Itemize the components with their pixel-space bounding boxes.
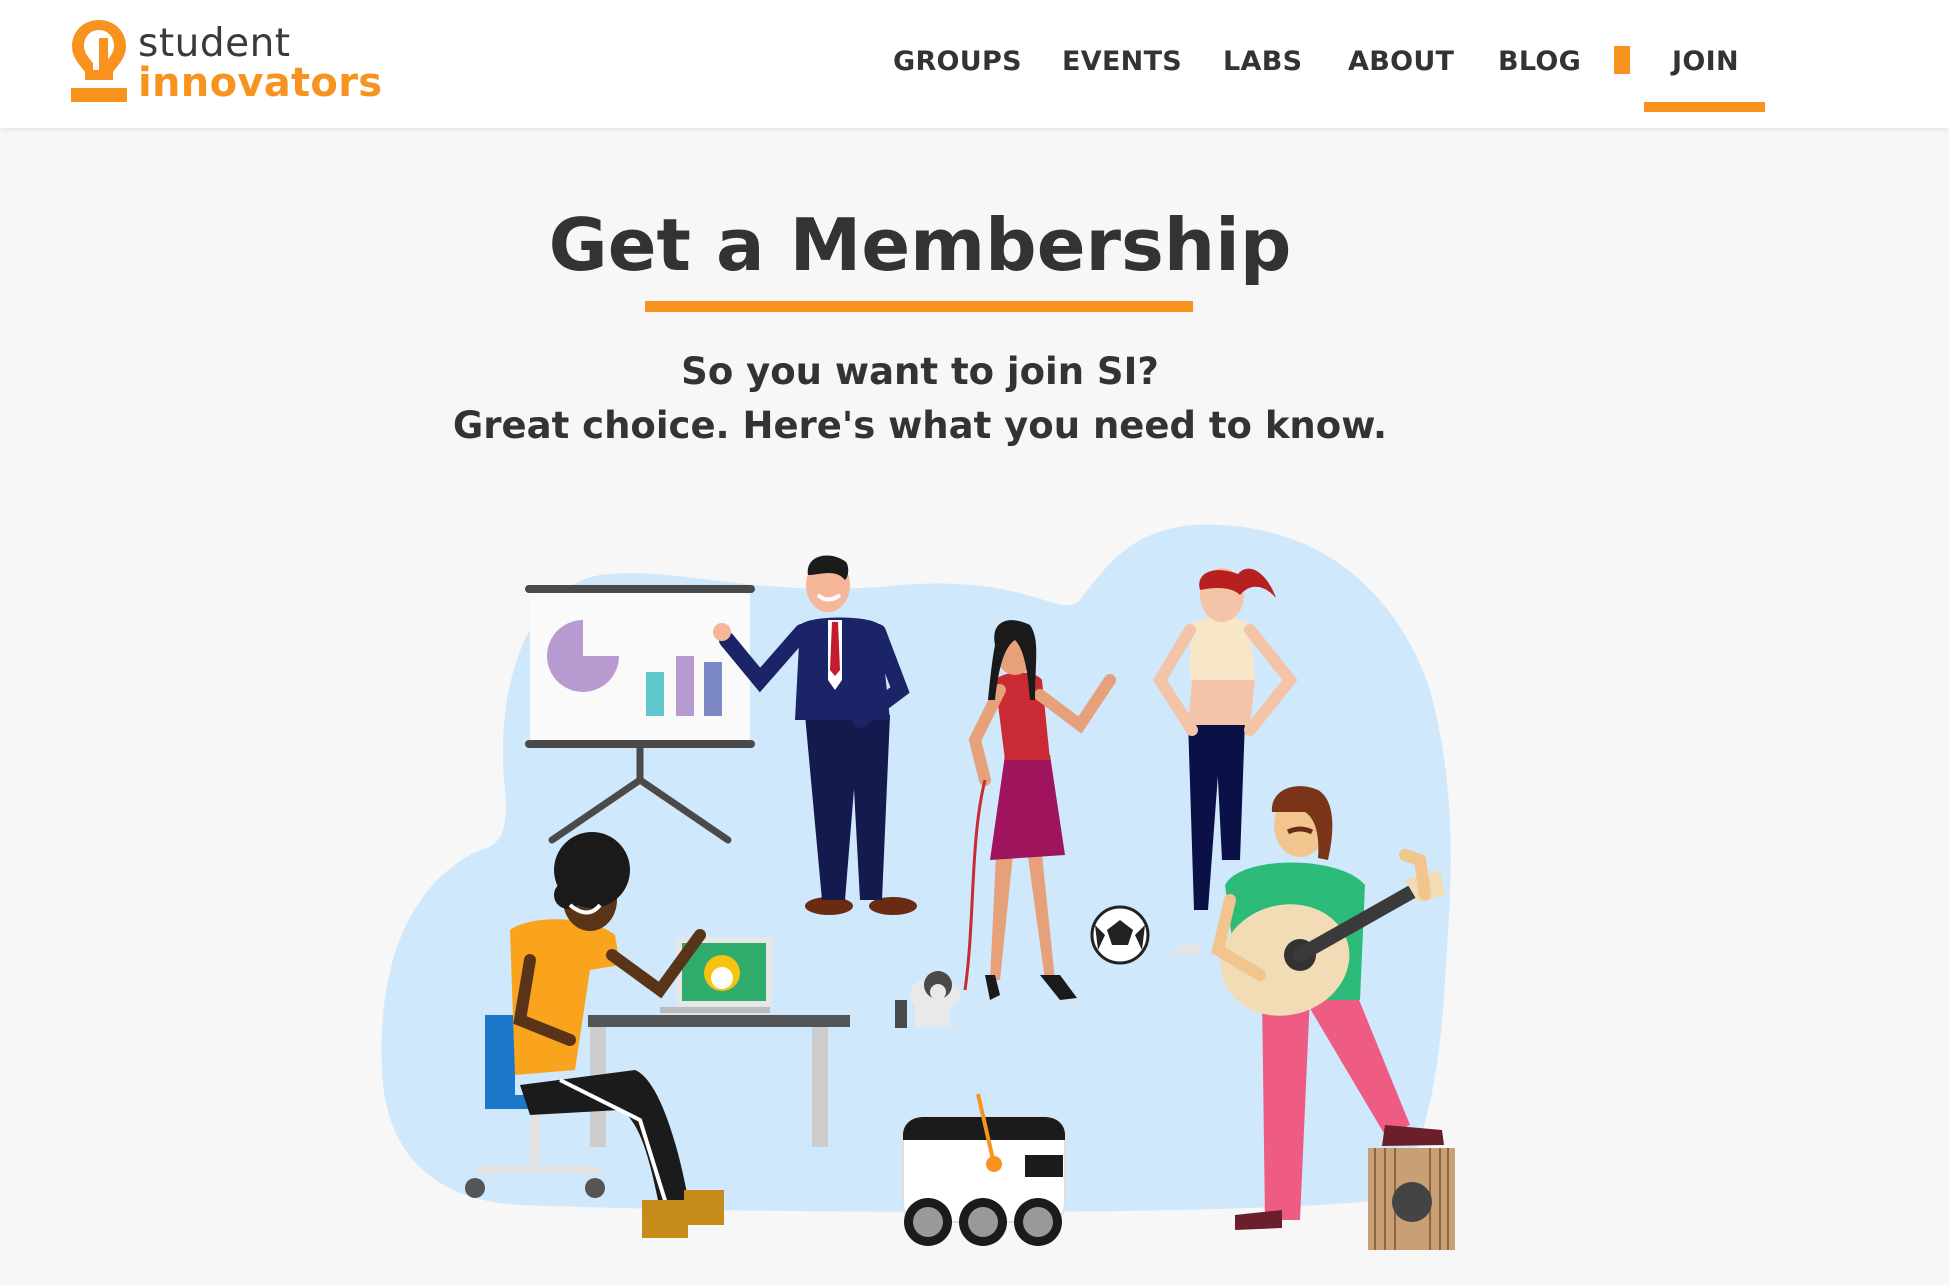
laptop-user-figure: [465, 832, 850, 1238]
intro-line-2: Great choice. Here's what you need to kn…: [452, 404, 1388, 447]
presentation-board: [525, 585, 755, 844]
woman-with-dog-figure: [895, 620, 1116, 1028]
nav-divider: [1614, 46, 1630, 74]
guitarist-figure: [1211, 786, 1455, 1250]
nav-events[interactable]: EVENTS: [1062, 44, 1182, 80]
background-blob: [381, 524, 1451, 1212]
title-underline: [645, 301, 1193, 312]
nav-groups[interactable]: GROUPS: [893, 44, 1022, 80]
page-title: Get a Membership: [548, 203, 1292, 287]
nav-join[interactable]: JOIN: [1672, 44, 1739, 80]
site-header: student innovators GROUPS EVENTS LABS AB…: [0, 0, 1949, 128]
nav-about[interactable]: ABOUT: [1348, 44, 1454, 80]
delivery-robot: [902, 1093, 1066, 1246]
intro-line-1: So you want to join SI?: [681, 350, 1159, 393]
athlete-figure: [1152, 568, 1298, 955]
nav-blog[interactable]: BLOG: [1498, 44, 1581, 80]
nav-labs[interactable]: LABS: [1223, 44, 1302, 80]
soccer-ball: [1090, 905, 1150, 965]
presenter-figure: [713, 555, 917, 915]
nav-active-underline: [1644, 102, 1765, 112]
community-illustration: [381, 524, 1455, 1250]
dog-figure: [895, 971, 960, 1028]
main-nav: GROUPS EVENTS LABS ABOUT BLOG JOIN: [0, 0, 1949, 128]
